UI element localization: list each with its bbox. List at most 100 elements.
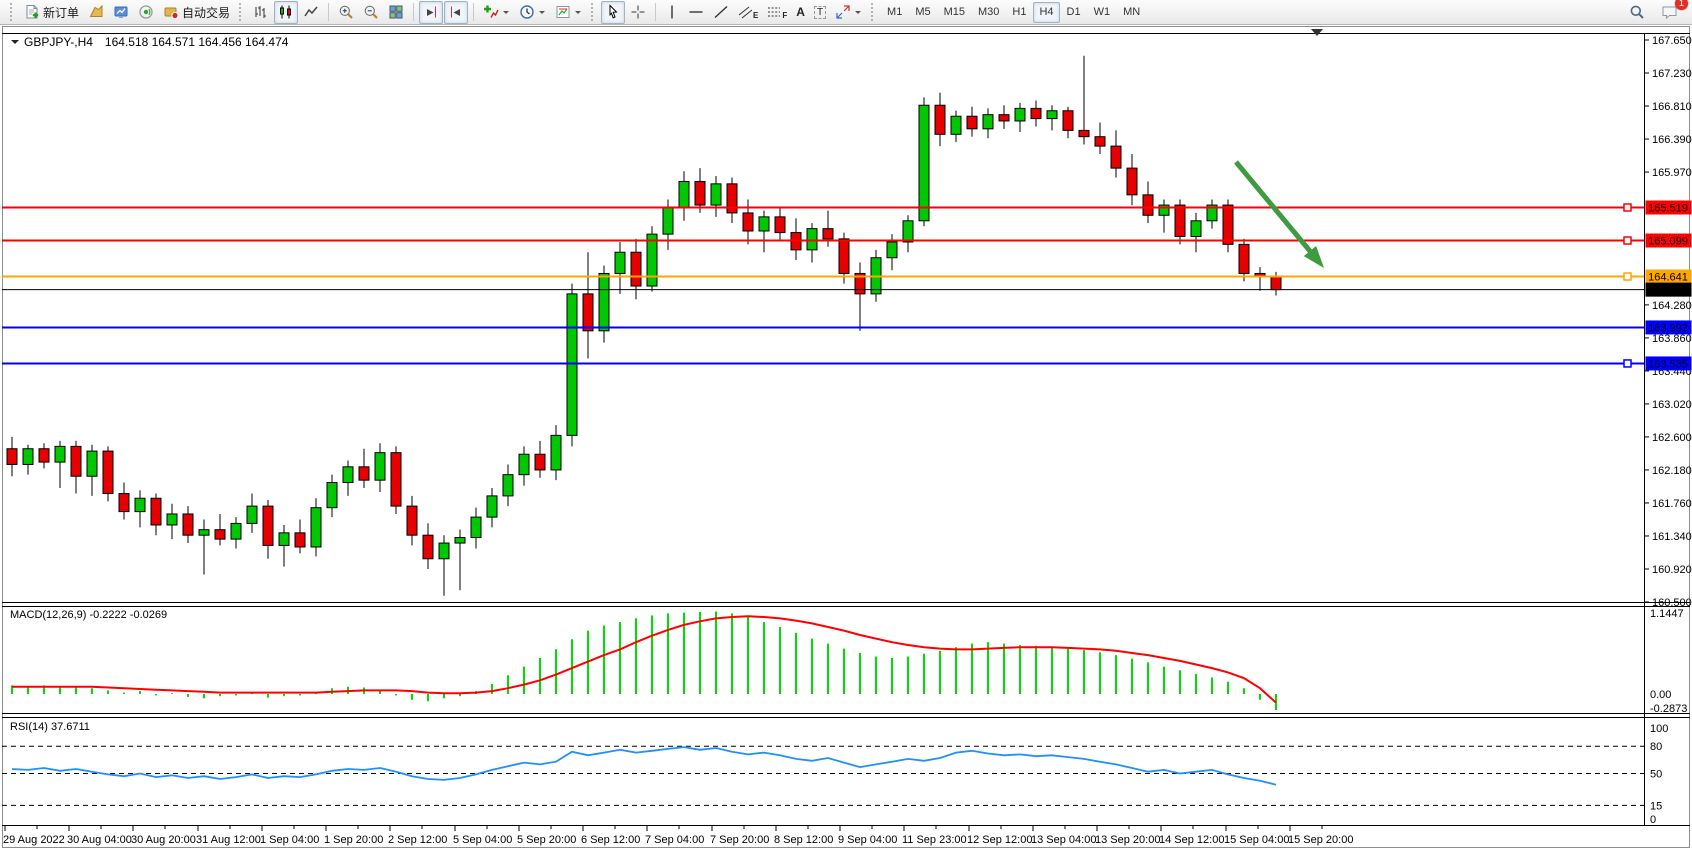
macd-bar xyxy=(619,622,621,694)
chart-menu-caret-icon[interactable] xyxy=(11,40,19,48)
time-axis-label: 5 Sep 04:00 xyxy=(453,834,512,846)
macd-bar xyxy=(1099,652,1101,694)
macd-bar xyxy=(187,694,189,697)
candle-body xyxy=(407,506,417,535)
candlestick-chart-icon xyxy=(278,4,294,20)
auto-trading-icon xyxy=(163,4,179,20)
text-tool-button[interactable]: A xyxy=(792,1,809,24)
chat-button[interactable]: 1 xyxy=(1657,1,1682,24)
chart-window[interactable] xyxy=(2,26,1690,848)
time-axis-label: 6 Sep 12:00 xyxy=(581,834,640,846)
chevron-down-icon xyxy=(503,11,509,17)
indicators-icon xyxy=(483,4,499,20)
timeframe-h1-button[interactable]: H1 xyxy=(1006,2,1032,23)
line-chart-button[interactable] xyxy=(299,1,323,24)
vertical-line-tool-button[interactable] xyxy=(661,1,683,24)
chart-shift-button[interactable] xyxy=(444,1,468,24)
chart-title: GBPJPY-,H4164.518 164.571 164.456 164.47… xyxy=(24,35,288,49)
search-button[interactable] xyxy=(1625,1,1649,24)
candle-body xyxy=(551,435,561,470)
macd-bar xyxy=(603,626,605,694)
candle-body xyxy=(759,217,769,231)
auto-scroll-button[interactable] xyxy=(419,1,443,24)
line-drag-handle[interactable] xyxy=(1624,204,1631,211)
macd-bar xyxy=(795,633,797,694)
macd-bar xyxy=(1035,646,1037,694)
horizontal-line-icon xyxy=(688,4,704,20)
auto-trading-label: 自动交易 xyxy=(182,4,230,21)
candle-body xyxy=(359,467,369,480)
arrows-tool-button[interactable] xyxy=(831,1,866,24)
candle-body xyxy=(151,498,161,525)
macd-axis-label: -0.2873 xyxy=(1650,703,1687,715)
macd-bar xyxy=(955,647,957,694)
auto-trading-button[interactable]: 自动交易 xyxy=(159,1,234,24)
cursor-button[interactable] xyxy=(601,1,625,24)
zoom-in-button[interactable] xyxy=(334,1,358,24)
time-axis-label: 11 Sep 23:00 xyxy=(902,834,967,846)
signals-button[interactable] xyxy=(134,1,158,24)
macd-bar xyxy=(27,687,29,694)
vertical-line-icon xyxy=(665,4,679,20)
channel-tool-button[interactable]: E xyxy=(734,1,762,24)
chat-notification-badge: 1 xyxy=(1675,0,1688,10)
templates-button[interactable] xyxy=(551,1,586,24)
fibonacci-tool-button[interactable]: F xyxy=(763,1,791,24)
chart-canvas[interactable]: 167.650167.230166.810166.390165.970164.2… xyxy=(0,0,1692,850)
candlestick-chart-button[interactable] xyxy=(274,1,298,24)
timeframe-h4-button[interactable]: H4 xyxy=(1033,2,1059,23)
trendline-tool-button[interactable] xyxy=(709,1,733,24)
macd-bar xyxy=(123,693,125,694)
indicators-button[interactable] xyxy=(479,1,514,24)
periods-button[interactable] xyxy=(515,1,550,24)
new-order-button[interactable]: 新订单 xyxy=(20,1,83,24)
candle-body xyxy=(199,530,209,536)
crosshair-button[interactable] xyxy=(626,1,650,24)
zoom-in-icon xyxy=(338,4,354,20)
line-drag-handle[interactable] xyxy=(1624,273,1631,280)
macd-bar xyxy=(491,684,493,694)
candle-body xyxy=(743,213,753,231)
chart-shift-icon xyxy=(448,4,464,20)
label-tool-button[interactable]: T xyxy=(810,1,830,24)
charts-button[interactable] xyxy=(84,1,108,24)
macd-bar xyxy=(507,675,509,694)
candle-body xyxy=(1271,277,1281,290)
time-axis-label: 15 Sep 20:00 xyxy=(1288,834,1353,846)
zoom-out-button[interactable] xyxy=(359,1,383,24)
candle-body xyxy=(839,239,849,274)
candle-body xyxy=(391,453,401,506)
timeframe-m30-button[interactable]: M30 xyxy=(972,2,1005,23)
candle-body xyxy=(231,523,241,539)
timeframe-label: M5 xyxy=(915,6,930,18)
horizontal-line-tool-button[interactable] xyxy=(684,1,708,24)
timeframe-w1-button[interactable]: W1 xyxy=(1088,2,1117,23)
candle-body xyxy=(279,533,289,546)
price-tag-label: 165.519 xyxy=(1648,202,1688,214)
time-axis-label: 2 Sep 12:00 xyxy=(388,834,447,846)
candle-body xyxy=(263,506,273,545)
price-axis-label: 163.860 xyxy=(1652,333,1692,345)
market-watch-button[interactable] xyxy=(109,1,133,24)
macd-bar xyxy=(1163,667,1165,694)
toolbar-grip xyxy=(871,3,876,21)
line-drag-handle[interactable] xyxy=(1624,360,1631,367)
timeframe-m5-button[interactable]: M5 xyxy=(909,2,936,23)
candle-body xyxy=(1143,195,1153,215)
macd-bar xyxy=(763,622,765,694)
macd-bar xyxy=(715,612,717,694)
chevron-down-icon xyxy=(575,11,581,17)
rsi-axis-label: 15 xyxy=(1650,800,1662,812)
bar-chart-button[interactable] xyxy=(249,1,273,24)
candle-body xyxy=(1191,221,1201,237)
timeframe-mn-button[interactable]: MN xyxy=(1117,2,1146,23)
timeframe-d1-button[interactable]: D1 xyxy=(1061,2,1087,23)
line-drag-handle[interactable] xyxy=(1624,237,1631,244)
macd-bar xyxy=(283,694,285,696)
macd-bar xyxy=(779,627,781,694)
tile-windows-button[interactable] xyxy=(384,1,408,24)
tile-windows-icon xyxy=(388,4,404,20)
timeframe-m1-button[interactable]: M1 xyxy=(881,2,908,23)
timeframe-m15-button[interactable]: M15 xyxy=(938,2,971,23)
candle-body xyxy=(119,494,129,512)
